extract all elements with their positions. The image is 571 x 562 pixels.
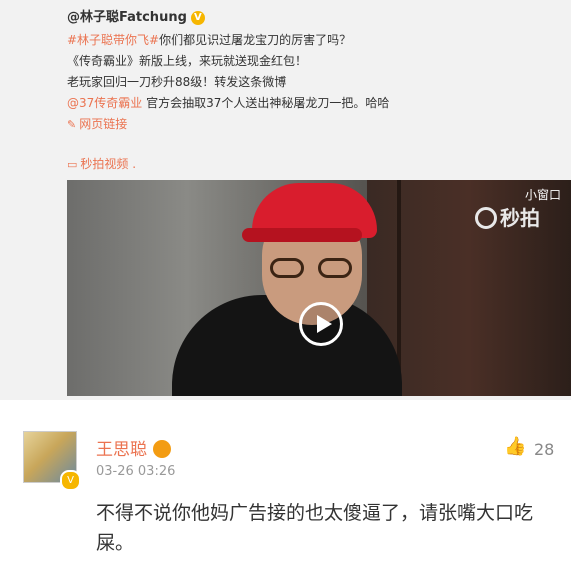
thumbs-up-icon[interactable]: 👍 (504, 436, 526, 457)
post-line-2: 《传奇霸业》新版上线，来玩就送现金红包！ (67, 54, 308, 68)
brand-logo-icon (475, 207, 497, 229)
comment-card: V 王思聪 03-26 03:26 👍 28 不得不说你他妈广告接的也太傻逼了，… (0, 400, 571, 562)
web-link[interactable]: ✎ 网页链接 (67, 115, 127, 132)
verified-badge-icon: V (190, 11, 205, 25)
brand-text: 秒拍 (500, 206, 540, 230)
commenter-name[interactable]: 王思聪 (96, 435, 171, 460)
post-line-3: 老玩家回归一刀秒升88级！转发这条微博 (67, 75, 287, 89)
video-link-label[interactable]: 秒拍视频 . (80, 157, 136, 171)
video-link[interactable]: ▭ 秒拍视频 . (67, 155, 136, 172)
author-name[interactable]: @林子聪Fatchung (67, 10, 187, 25)
medal-icon (153, 440, 171, 458)
post-line-1: #林子聪带你飞#你们都见识过屠龙宝刀的厉害了吗？ (67, 31, 351, 48)
post-text-4: 官方会抽取37个人送出神秘屠龙刀一把。哈哈 (142, 96, 390, 110)
comment-text: 不得不说你他妈广告接的也太傻逼了，请张嘴大口吃屎。 (96, 502, 534, 554)
link-icon: ✎ (67, 118, 77, 131)
video-player[interactable]: 小窗口 秒拍 (67, 180, 571, 396)
commenter-name-label[interactable]: 王思聪 (96, 440, 147, 460)
post-author[interactable]: @林子聪Fatchung V (67, 6, 205, 25)
video-icon: ▭ (67, 158, 78, 171)
hashtag-link[interactable]: #林子聪带你飞# (67, 33, 159, 47)
web-link-label[interactable]: 网页链接 (79, 117, 127, 131)
mention-link[interactable]: @37传奇霸业 (67, 96, 142, 110)
brand-watermark: 秒拍 (475, 202, 540, 231)
cap-brim (242, 228, 362, 242)
glasses (270, 258, 354, 278)
weibo-post: @林子聪Fatchung V #林子聪带你飞#你们都见识过屠龙宝刀的厉害了吗？ 《… (0, 0, 571, 396)
play-icon[interactable] (299, 302, 343, 346)
comment-timestamp: 03-26 03:26 (96, 464, 176, 479)
verified-badge-icon: V (60, 470, 81, 491)
mini-window-button[interactable]: 小窗口 (525, 186, 561, 203)
like-count: 28 (534, 440, 555, 459)
post-line-4: @37传奇霸业 官方会抽取37个人送出神秘屠龙刀一把。哈哈 (67, 94, 389, 111)
post-text-1: 你们都见识过屠龙宝刀的厉害了吗？ (159, 33, 352, 47)
